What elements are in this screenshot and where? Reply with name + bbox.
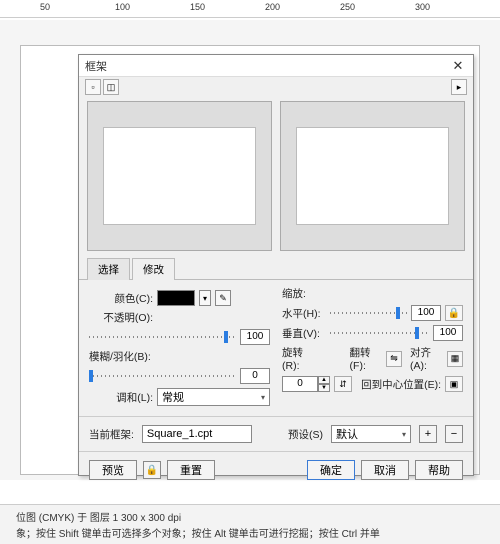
hscale-label: 水平(H): <box>282 306 326 321</box>
preview-toolbar: ▫ ◫ ▸ <box>79 77 473 97</box>
ruler-horizontal: 50 100 150 200 250 300 <box>0 0 500 18</box>
hscale-slider[interactable] <box>330 305 407 321</box>
preset-select[interactable]: 默认▾ <box>331 425 411 443</box>
tab-modify[interactable]: 修改 <box>132 258 175 280</box>
rotate-label: 旋转(R): <box>282 345 316 372</box>
scale-lock-icon[interactable]: 🔒 <box>445 305 463 321</box>
color-dropdown-icon[interactable]: ▾ <box>199 290 211 306</box>
reset-button[interactable]: 重置 <box>167 460 215 480</box>
flip-h-icon[interactable]: ⇋ <box>386 351 402 367</box>
dialog-titlebar[interactable]: 框架 ✕ <box>79 55 473 77</box>
status-line-1: 位图 (CMYK) 于 图层 1 300 x 300 dpi <box>16 509 484 524</box>
opacity-label: 不透明(O): <box>89 310 153 325</box>
preview-button[interactable]: 预览 <box>89 460 137 480</box>
color-swatch[interactable] <box>157 290 195 306</box>
frame-dialog: 框架 ✕ ▫ ◫ ▸ 选择 修改 颜色(C): ▾ ✎ 不透明(O): 1 <box>78 54 474 476</box>
recenter-label: 回到中心位置(E): <box>361 377 441 392</box>
blend-select[interactable]: 常规▾ <box>157 388 270 406</box>
current-frame-label: 当前框架: <box>89 427 134 442</box>
hscale-value[interactable]: 100 <box>411 305 441 321</box>
tab-select[interactable]: 选择 <box>87 258 130 280</box>
view-single-icon[interactable]: ▫ <box>85 79 101 95</box>
color-label: 颜色(C): <box>89 291 153 306</box>
ok-button[interactable]: 确定 <box>307 460 355 480</box>
rotate-stepper[interactable]: 0 ▲▼ <box>282 376 330 392</box>
cancel-button[interactable]: 取消 <box>361 460 409 480</box>
status-line-2: 象；按住 Shift 键单击可选择多个对象；按住 Alt 键单击可进行挖掘；按住… <box>16 525 484 540</box>
preview-after <box>280 101 465 251</box>
flip-v-icon[interactable]: ⇵ <box>334 376 352 392</box>
eyedropper-icon[interactable]: ✎ <box>215 290 231 306</box>
dialog-title: 框架 <box>85 58 449 74</box>
preset-label: 预设(S) <box>288 427 323 442</box>
blur-value[interactable]: 0 <box>240 368 270 384</box>
blur-slider[interactable] <box>89 368 236 384</box>
recenter-icon[interactable]: ▣ <box>445 376 463 392</box>
opacity-value[interactable]: 100 <box>240 329 270 345</box>
align-icon[interactable]: ▦ <box>447 351 463 367</box>
vscale-label: 垂直(V): <box>282 326 326 341</box>
preview-before <box>87 101 272 251</box>
vscale-slider[interactable] <box>330 325 429 341</box>
preview-lock-icon[interactable]: 🔒 <box>143 461 161 479</box>
preset-remove-button[interactable]: − <box>445 425 463 443</box>
align-label: 对齐(A): <box>410 345 443 372</box>
opacity-slider[interactable] <box>89 329 236 345</box>
vscale-value[interactable]: 100 <box>433 325 463 341</box>
current-frame-field[interactable]: Square_1.cpt <box>142 425 252 443</box>
view-split-icon[interactable]: ◫ <box>103 79 119 95</box>
preset-add-button[interactable]: + <box>419 425 437 443</box>
close-icon[interactable]: ✕ <box>449 58 467 74</box>
scale-group-label: 缩放: <box>282 286 463 301</box>
status-bar: 位图 (CMYK) 于 图层 1 300 x 300 dpi 象；按住 Shif… <box>0 504 500 544</box>
blend-label: 调和(L): <box>89 390 153 405</box>
blur-label: 模糊/羽化(B): <box>89 349 151 364</box>
help-button[interactable]: 帮助 <box>415 460 463 480</box>
flyout-icon[interactable]: ▸ <box>451 79 467 95</box>
flip-label: 翻转(F): <box>350 345 383 372</box>
